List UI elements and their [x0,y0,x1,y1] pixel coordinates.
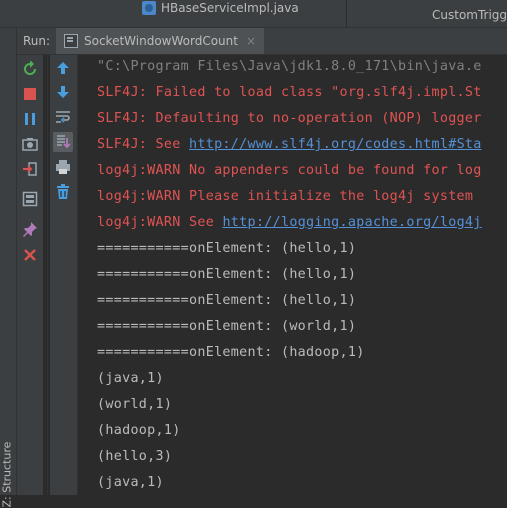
left-tool-strip: Z: Structure [0,28,17,508]
editor-tab-strip: HBaseServiceImpl.java CustomTrigg [0,0,507,28]
up-arrow-icon[interactable] [53,58,73,78]
run-label: Run: [23,34,51,48]
console-line: ===========onElement: (hello,1) [97,267,357,282]
console-line: (java,1) [97,371,164,386]
console-line: SLF4J: Defaulting to no-operation (NOP) … [97,111,482,126]
console-line: (hello,3) [97,449,173,464]
soft-wrap-icon[interactable] [53,107,73,127]
toolbar-divider [47,55,48,495]
console-text: log4j:WARN See [97,215,223,230]
java-class-icon [142,0,156,15]
dump-threads-icon[interactable] [20,134,40,154]
pause-icon[interactable] [20,109,40,129]
slf4j-codes-link[interactable]: http://www.slf4j.org/codes.html#Sta [189,137,482,152]
console-line: (hadoop,1) [97,423,181,438]
console-line: "C:\Program Files\Java\jdk1.8.0_171\bin\… [97,59,482,74]
console-line: ===========onElement: (world,1) [97,319,357,334]
pin-icon[interactable] [20,219,40,239]
console-line: log4j:WARN Please initialize the log4j s… [97,189,474,204]
editor-tab-custom-trigger[interactable]: CustomTrigg [432,1,507,28]
run-config-tab[interactable]: SocketWindowWordCount × [56,28,265,54]
console-line: SLF4J: See http://www.slf4j.org/codes.ht… [97,137,482,153]
run-tool-window-header: Run: SocketWindowWordCount × [0,28,507,55]
run-config-tab-label: SocketWindowWordCount [84,34,238,48]
console-line: ===========onElement: (hello,1) [97,241,357,256]
run-toolbar-secondary [50,55,78,495]
layout-icon[interactable] [20,189,40,209]
close-icon[interactable] [20,245,40,265]
log4j-faq-link[interactable]: http://logging.apache.org/log4j [222,215,481,230]
console-output[interactable]: "C:\Program Files\Java\jdk1.8.0_171\bin\… [78,55,507,495]
run-toolbar-primary [17,55,43,495]
console-line: SLF4J: Failed to load class "org.slf4j.i… [97,85,482,100]
structure-tool-button[interactable]: Z: Structure [1,438,14,508]
editor-tab-label: HBaseServiceImpl.java [161,0,299,15]
console-line: log4j:WARN No appenders could be found f… [97,163,482,178]
editor-tab-hbase-service-impl[interactable]: HBaseServiceImpl.java [142,0,299,21]
down-arrow-icon[interactable] [53,82,73,102]
console-text: SLF4J: See [97,137,189,152]
close-tab-button[interactable]: × [246,34,256,48]
console-line: ===========onElement: (hello,1) [97,293,357,308]
console-line: (java,1) [97,475,164,490]
print-icon[interactable] [53,157,73,177]
tab-divider [346,0,347,27]
editor-tab-label: CustomTrigg [432,7,507,22]
rerun-icon[interactable] [20,59,40,79]
console-line: (world,1) [97,397,173,412]
stop-icon[interactable] [20,84,40,104]
scroll-to-end-icon[interactable] [53,132,73,152]
console-line: log4j:WARN See http://logging.apache.org… [97,215,482,231]
clear-all-icon[interactable] [53,182,73,202]
console-line: ===========onElement: (hadoop,1) [97,345,365,360]
exit-icon[interactable] [20,159,40,179]
console-icon [64,34,78,48]
